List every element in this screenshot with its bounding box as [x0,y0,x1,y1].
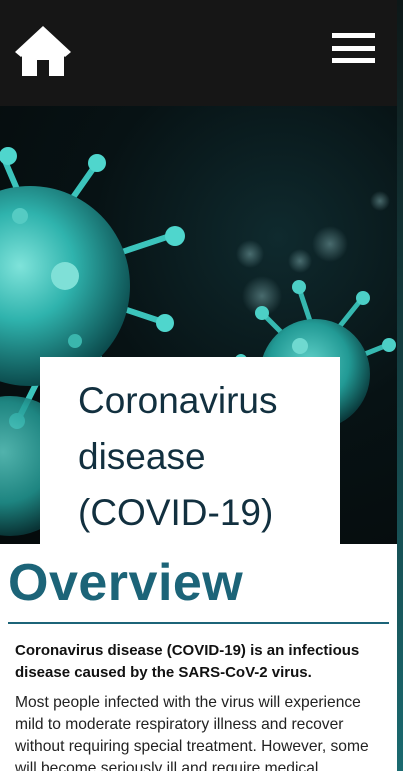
scrollbar[interactable] [397,0,403,771]
home-icon [15,26,71,76]
menu-bar-middle [332,46,375,51]
page-title: Coronavirus disease (COVID-19) [78,380,278,533]
hamburger-menu-icon [332,33,375,38]
home-button[interactable] [13,24,73,78]
menu-bar-bottom [332,58,375,63]
hero-title-card: Coronavirus disease (COVID-19) [40,357,340,544]
lead-paragraph: Coronavirus disease (COVID-19) is an inf… [15,642,360,681]
hamburger-menu-button[interactable] [332,33,376,65]
top-navigation-bar [0,0,397,106]
section-heading: Overview [8,554,244,612]
page: Coronavirus disease (COVID-19) Overview … [0,0,403,771]
section-divider [8,622,389,624]
body-paragraph: Most people infected with the virus will… [15,694,369,771]
